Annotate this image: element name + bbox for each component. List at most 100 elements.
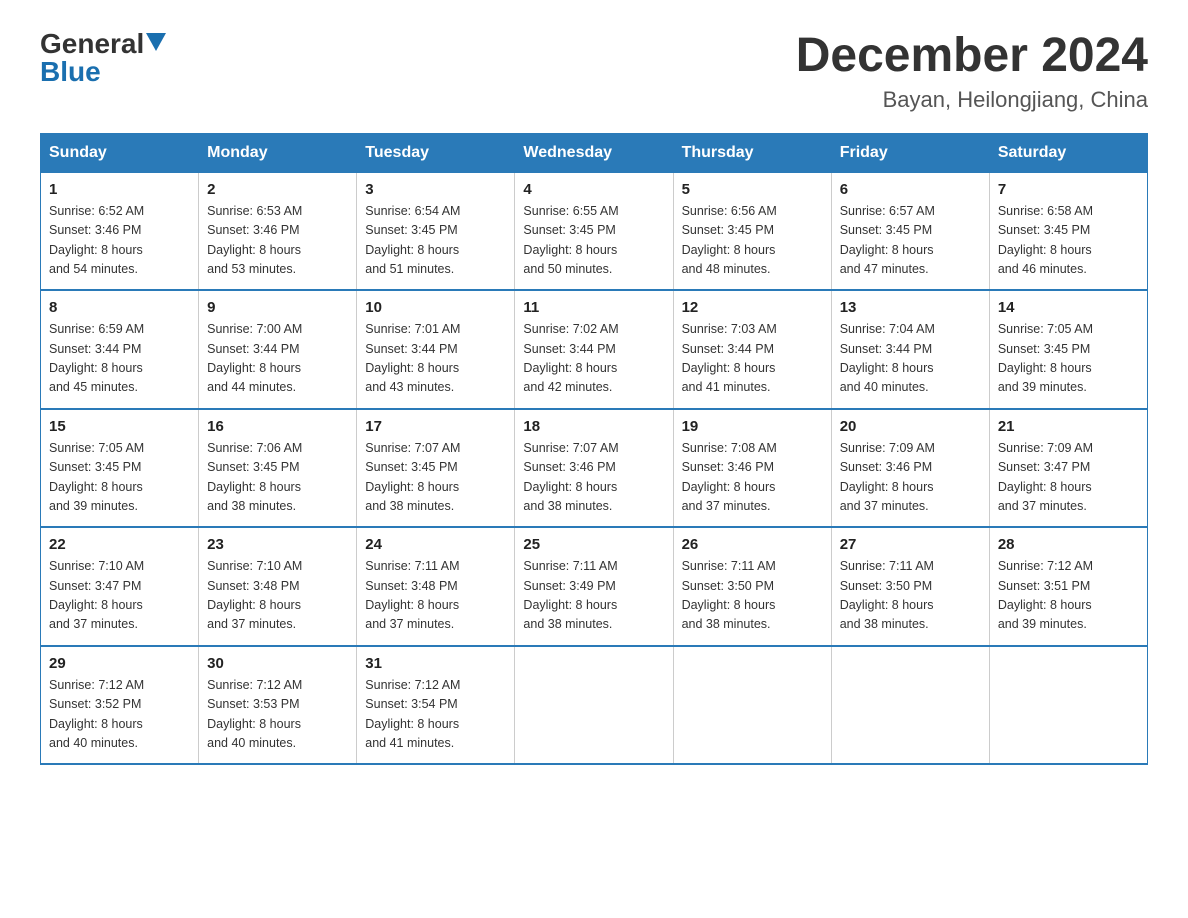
day-number: 15 — [49, 418, 190, 435]
calendar-day-cell: 28 Sunrise: 7:12 AM Sunset: 3:51 PM Dayl… — [989, 527, 1147, 646]
calendar-day-cell: 8 Sunrise: 6:59 AM Sunset: 3:44 PM Dayli… — [41, 290, 199, 409]
calendar-day-cell — [515, 646, 673, 765]
calendar-day-cell: 27 Sunrise: 7:11 AM Sunset: 3:50 PM Dayl… — [831, 527, 989, 646]
day-info: Sunrise: 7:11 AM Sunset: 3:49 PM Dayligh… — [523, 557, 664, 635]
calendar-title: December 2024 — [796, 30, 1148, 83]
day-number: 10 — [365, 299, 506, 316]
day-of-week-header: Friday — [831, 133, 989, 172]
calendar-day-cell: 3 Sunrise: 6:54 AM Sunset: 3:45 PM Dayli… — [357, 172, 515, 290]
day-number: 1 — [49, 181, 190, 198]
calendar-day-cell: 6 Sunrise: 6:57 AM Sunset: 3:45 PM Dayli… — [831, 172, 989, 290]
calendar-day-cell: 20 Sunrise: 7:09 AM Sunset: 3:46 PM Dayl… — [831, 409, 989, 528]
day-info: Sunrise: 7:11 AM Sunset: 3:48 PM Dayligh… — [365, 557, 506, 635]
day-info: Sunrise: 6:57 AM Sunset: 3:45 PM Dayligh… — [840, 202, 981, 280]
calendar-day-cell: 4 Sunrise: 6:55 AM Sunset: 3:45 PM Dayli… — [515, 172, 673, 290]
day-info: Sunrise: 7:03 AM Sunset: 3:44 PM Dayligh… — [682, 320, 823, 398]
day-info: Sunrise: 7:12 AM Sunset: 3:54 PM Dayligh… — [365, 676, 506, 754]
day-number: 26 — [682, 536, 823, 553]
day-number: 11 — [523, 299, 664, 316]
day-info: Sunrise: 7:05 AM Sunset: 3:45 PM Dayligh… — [998, 320, 1139, 398]
day-number: 4 — [523, 181, 664, 198]
calendar-week-row: 29 Sunrise: 7:12 AM Sunset: 3:52 PM Dayl… — [41, 646, 1148, 765]
day-info: Sunrise: 7:08 AM Sunset: 3:46 PM Dayligh… — [682, 439, 823, 517]
calendar-week-row: 1 Sunrise: 6:52 AM Sunset: 3:46 PM Dayli… — [41, 172, 1148, 290]
day-number: 14 — [998, 299, 1139, 316]
day-number: 19 — [682, 418, 823, 435]
day-number: 29 — [49, 655, 190, 672]
day-number: 25 — [523, 536, 664, 553]
calendar-day-cell: 22 Sunrise: 7:10 AM Sunset: 3:47 PM Dayl… — [41, 527, 199, 646]
day-info: Sunrise: 7:10 AM Sunset: 3:48 PM Dayligh… — [207, 557, 348, 635]
day-of-week-header: Saturday — [989, 133, 1147, 172]
calendar-day-cell: 2 Sunrise: 6:53 AM Sunset: 3:46 PM Dayli… — [199, 172, 357, 290]
day-number: 20 — [840, 418, 981, 435]
calendar-subtitle: Bayan, Heilongjiang, China — [796, 87, 1148, 113]
calendar-day-cell: 13 Sunrise: 7:04 AM Sunset: 3:44 PM Dayl… — [831, 290, 989, 409]
logo: General Blue — [40, 30, 166, 86]
day-number: 7 — [998, 181, 1139, 198]
calendar-header-row: SundayMondayTuesdayWednesdayThursdayFrid… — [41, 133, 1148, 172]
day-info: Sunrise: 7:07 AM Sunset: 3:46 PM Dayligh… — [523, 439, 664, 517]
day-info: Sunrise: 7:01 AM Sunset: 3:44 PM Dayligh… — [365, 320, 506, 398]
day-number: 23 — [207, 536, 348, 553]
day-number: 6 — [840, 181, 981, 198]
day-info: Sunrise: 7:04 AM Sunset: 3:44 PM Dayligh… — [840, 320, 981, 398]
day-of-week-header: Monday — [199, 133, 357, 172]
calendar-day-cell: 31 Sunrise: 7:12 AM Sunset: 3:54 PM Dayl… — [357, 646, 515, 765]
calendar-day-cell: 11 Sunrise: 7:02 AM Sunset: 3:44 PM Dayl… — [515, 290, 673, 409]
day-number: 28 — [998, 536, 1139, 553]
day-info: Sunrise: 7:12 AM Sunset: 3:52 PM Dayligh… — [49, 676, 190, 754]
calendar-table: SundayMondayTuesdayWednesdayThursdayFrid… — [40, 133, 1148, 766]
day-info: Sunrise: 7:12 AM Sunset: 3:53 PM Dayligh… — [207, 676, 348, 754]
calendar-day-cell: 16 Sunrise: 7:06 AM Sunset: 3:45 PM Dayl… — [199, 409, 357, 528]
calendar-day-cell: 7 Sunrise: 6:58 AM Sunset: 3:45 PM Dayli… — [989, 172, 1147, 290]
day-of-week-header: Wednesday — [515, 133, 673, 172]
calendar-day-cell: 29 Sunrise: 7:12 AM Sunset: 3:52 PM Dayl… — [41, 646, 199, 765]
day-number: 31 — [365, 655, 506, 672]
day-info: Sunrise: 6:59 AM Sunset: 3:44 PM Dayligh… — [49, 320, 190, 398]
day-number: 22 — [49, 536, 190, 553]
logo-blue-text: Blue — [40, 58, 101, 86]
calendar-week-row: 22 Sunrise: 7:10 AM Sunset: 3:47 PM Dayl… — [41, 527, 1148, 646]
calendar-week-row: 8 Sunrise: 6:59 AM Sunset: 3:44 PM Dayli… — [41, 290, 1148, 409]
calendar-day-cell: 30 Sunrise: 7:12 AM Sunset: 3:53 PM Dayl… — [199, 646, 357, 765]
day-number: 9 — [207, 299, 348, 316]
day-number: 17 — [365, 418, 506, 435]
title-area: December 2024 Bayan, Heilongjiang, China — [796, 30, 1148, 113]
day-info: Sunrise: 7:02 AM Sunset: 3:44 PM Dayligh… — [523, 320, 664, 398]
page-header: General Blue December 2024 Bayan, Heilon… — [40, 30, 1148, 113]
calendar-day-cell: 25 Sunrise: 7:11 AM Sunset: 3:49 PM Dayl… — [515, 527, 673, 646]
calendar-day-cell: 15 Sunrise: 7:05 AM Sunset: 3:45 PM Dayl… — [41, 409, 199, 528]
day-info: Sunrise: 6:58 AM Sunset: 3:45 PM Dayligh… — [998, 202, 1139, 280]
day-of-week-header: Thursday — [673, 133, 831, 172]
day-number: 21 — [998, 418, 1139, 435]
day-info: Sunrise: 6:53 AM Sunset: 3:46 PM Dayligh… — [207, 202, 348, 280]
day-info: Sunrise: 7:00 AM Sunset: 3:44 PM Dayligh… — [207, 320, 348, 398]
day-number: 3 — [365, 181, 506, 198]
day-info: Sunrise: 6:54 AM Sunset: 3:45 PM Dayligh… — [365, 202, 506, 280]
calendar-day-cell: 17 Sunrise: 7:07 AM Sunset: 3:45 PM Dayl… — [357, 409, 515, 528]
day-info: Sunrise: 6:55 AM Sunset: 3:45 PM Dayligh… — [523, 202, 664, 280]
calendar-day-cell — [989, 646, 1147, 765]
calendar-day-cell: 12 Sunrise: 7:03 AM Sunset: 3:44 PM Dayl… — [673, 290, 831, 409]
calendar-day-cell: 24 Sunrise: 7:11 AM Sunset: 3:48 PM Dayl… — [357, 527, 515, 646]
calendar-day-cell: 26 Sunrise: 7:11 AM Sunset: 3:50 PM Dayl… — [673, 527, 831, 646]
day-of-week-header: Sunday — [41, 133, 199, 172]
day-number: 13 — [840, 299, 981, 316]
day-info: Sunrise: 7:09 AM Sunset: 3:47 PM Dayligh… — [998, 439, 1139, 517]
day-info: Sunrise: 7:09 AM Sunset: 3:46 PM Dayligh… — [840, 439, 981, 517]
day-number: 27 — [840, 536, 981, 553]
day-number: 8 — [49, 299, 190, 316]
day-info: Sunrise: 7:06 AM Sunset: 3:45 PM Dayligh… — [207, 439, 348, 517]
logo-general-text: General — [40, 30, 144, 58]
calendar-day-cell: 21 Sunrise: 7:09 AM Sunset: 3:47 PM Dayl… — [989, 409, 1147, 528]
day-info: Sunrise: 6:56 AM Sunset: 3:45 PM Dayligh… — [682, 202, 823, 280]
day-of-week-header: Tuesday — [357, 133, 515, 172]
day-number: 2 — [207, 181, 348, 198]
day-info: Sunrise: 7:11 AM Sunset: 3:50 PM Dayligh… — [682, 557, 823, 635]
day-info: Sunrise: 7:11 AM Sunset: 3:50 PM Dayligh… — [840, 557, 981, 635]
calendar-day-cell: 19 Sunrise: 7:08 AM Sunset: 3:46 PM Dayl… — [673, 409, 831, 528]
logo-triangle-icon — [146, 33, 166, 51]
day-info: Sunrise: 6:52 AM Sunset: 3:46 PM Dayligh… — [49, 202, 190, 280]
calendar-day-cell: 14 Sunrise: 7:05 AM Sunset: 3:45 PM Dayl… — [989, 290, 1147, 409]
